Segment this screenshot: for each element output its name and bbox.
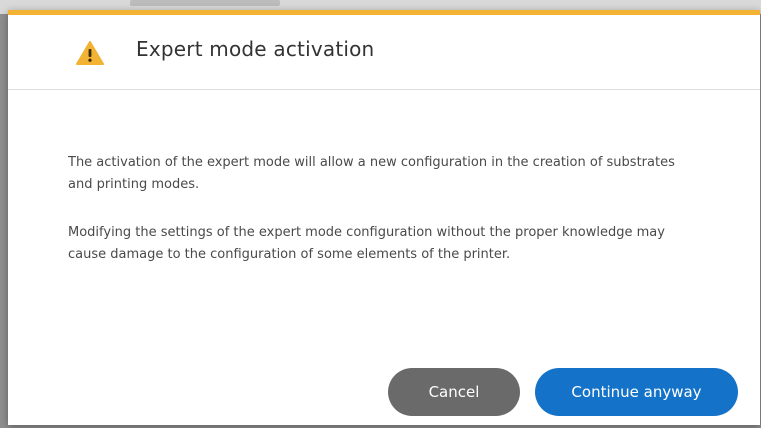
dialog-title: Expert mode activation — [136, 37, 375, 61]
dialog-message-paragraph-2: Modifying the settings of the expert mod… — [68, 225, 665, 262]
dialog-message-paragraph-1: The activation of the expert mode will a… — [68, 155, 675, 192]
dialog-header: Expert mode activation — [8, 15, 760, 90]
warning-icon — [76, 41, 104, 65]
continue-anyway-button[interactable]: Continue anyway — [535, 368, 738, 416]
expert-mode-dialog: Expert mode activation The activation of… — [8, 10, 760, 425]
background-text-fragment — [130, 0, 280, 6]
cancel-button[interactable]: Cancel — [388, 368, 520, 416]
